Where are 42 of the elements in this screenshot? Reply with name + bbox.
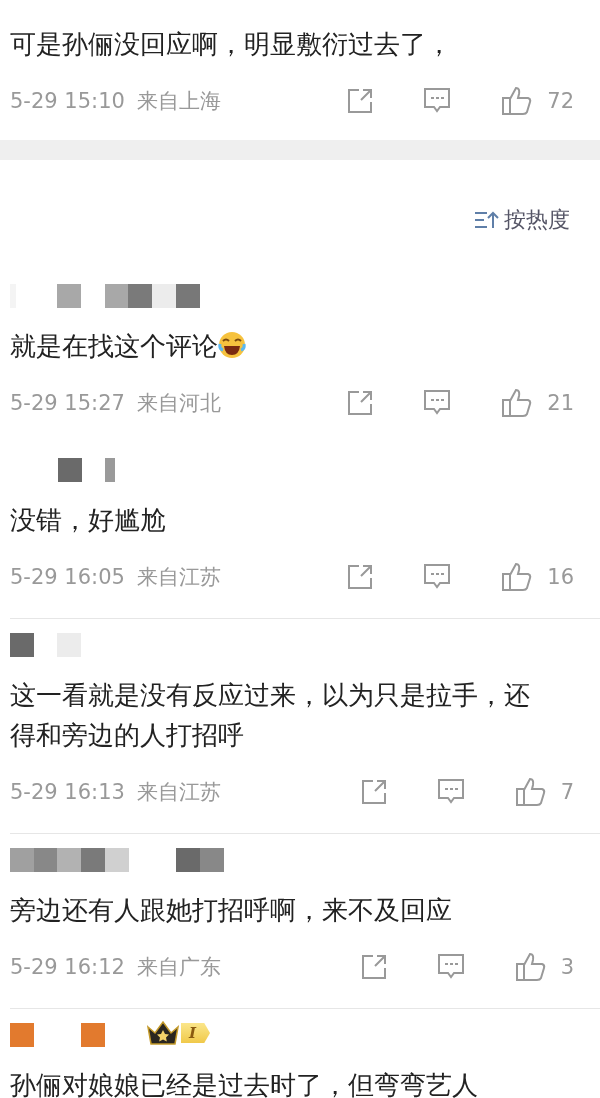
comment-text: 没错，好尴尬 bbox=[10, 504, 167, 537]
like-count: 21 bbox=[547, 391, 574, 415]
comment-icon[interactable] bbox=[423, 389, 452, 417]
comment-time: 5-29 16:13 bbox=[10, 780, 125, 804]
comment-location: 来自广东 bbox=[136, 954, 221, 981]
laughing-emoji-icon bbox=[218, 331, 246, 359]
comment-location: 来自河北 bbox=[136, 390, 221, 417]
like-count: 72 bbox=[547, 89, 574, 113]
like-count: 3 bbox=[560, 955, 574, 979]
thumbs-up-icon[interactable] bbox=[514, 952, 547, 982]
comment-icon[interactable] bbox=[423, 563, 452, 591]
comment-time: 5-29 15:27 bbox=[10, 391, 125, 415]
comment-text: 就是在找这个评论 bbox=[10, 326, 555, 366]
share-icon[interactable] bbox=[360, 779, 387, 805]
comment-time: 5-29 15:10 bbox=[10, 89, 125, 113]
thumbs-up-icon[interactable] bbox=[514, 777, 547, 807]
thumbs-up-icon[interactable] bbox=[501, 562, 534, 592]
comment-time: 5-29 16:05 bbox=[10, 565, 125, 589]
share-icon[interactable] bbox=[347, 564, 374, 590]
comment-location: 来自江苏 bbox=[136, 564, 221, 591]
like-count: 16 bbox=[547, 565, 574, 589]
comment-icon[interactable] bbox=[436, 778, 465, 806]
comment-text: 这一看就是没有反应过来，以为只是拉手，还得和旁边的人打招呼 bbox=[10, 679, 531, 752]
thumbs-up-icon[interactable] bbox=[501, 388, 534, 418]
sort-icon bbox=[474, 210, 500, 230]
share-icon[interactable] bbox=[347, 88, 374, 114]
comment-time: 5-29 16:12 bbox=[10, 955, 125, 979]
like-count: 7 bbox=[560, 780, 574, 804]
thumbs-up-icon[interactable] bbox=[501, 86, 534, 116]
sort-button[interactable]: 按热度 bbox=[474, 205, 570, 235]
comment-text: 可是孙俪没回应啊，明显敷衍过去了， bbox=[10, 28, 453, 61]
comment-icon[interactable] bbox=[436, 953, 465, 981]
comment-location: 来自上海 bbox=[136, 88, 221, 115]
comment-text: 孙俪对娘娘已经是过去时了，但弯弯艺人 bbox=[10, 1069, 479, 1098]
share-icon[interactable] bbox=[360, 954, 387, 980]
comment-icon[interactable] bbox=[423, 87, 452, 115]
vip-badge: I bbox=[145, 1019, 211, 1047]
blurred-username bbox=[58, 458, 115, 482]
blurred-username bbox=[10, 633, 81, 657]
comment-text: 旁边还有人跟她打招呼啊，来不及回应 bbox=[10, 894, 453, 927]
comment-location: 来自江苏 bbox=[136, 779, 221, 806]
share-icon[interactable] bbox=[347, 390, 374, 416]
